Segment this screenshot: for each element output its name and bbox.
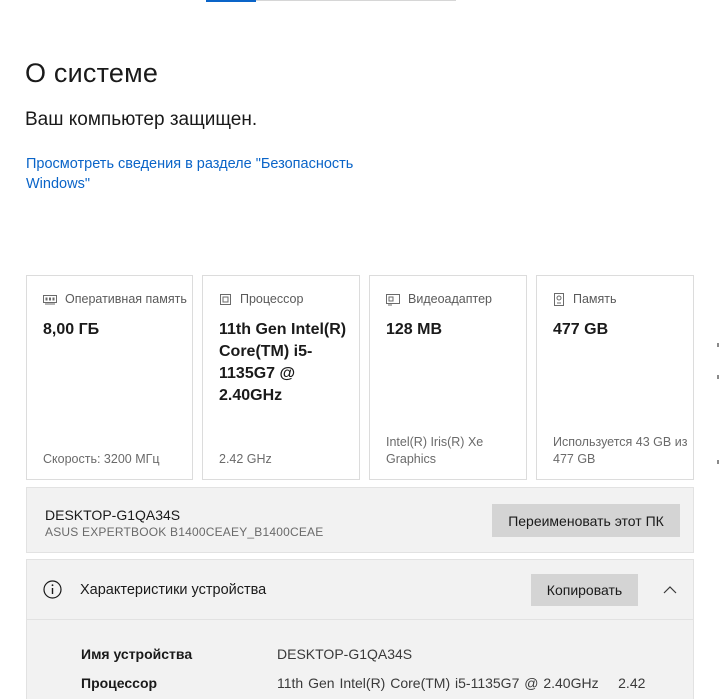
page-title: О системе [25, 58, 159, 88]
tab-divider [256, 0, 456, 1]
about-system-page: О системе Ваш компьютер защищен. Просмот… [0, 0, 720, 699]
protection-status: Ваш компьютер защищен. [25, 109, 258, 130]
card-memory: Оперативная память 8,00 ГБ Скорость: 320… [26, 275, 193, 480]
card-footer: Intel(R) Iris(R) Xe Graphics [386, 435, 484, 466]
device-specs-title: Характеристики устройства [80, 582, 267, 598]
card-video-adapter: Видеоадаптер 128 MB Intel(R) Iris(R) Xe … [369, 275, 527, 480]
device-name-panel: DESKTOP-G1QA34S ASUS EXPERTBOOK B1400CEA… [26, 487, 694, 553]
device-specs-header[interactable]: Характеристики устройства Копировать [27, 560, 693, 620]
card-footer: 2.42 GHz [219, 452, 272, 466]
card-value: 8,00 ГБ [43, 321, 100, 338]
card-header: Оперативная память [43, 292, 187, 306]
storage-icon [553, 292, 565, 306]
tab-indicator [206, 0, 256, 2]
spec-cards: Оперативная память 8,00 ГБ Скорость: 320… [26, 275, 694, 480]
windows-security-link[interactable]: Просмотреть сведения в разделе "Безопасн… [26, 154, 366, 194]
memory-icon [43, 294, 57, 305]
copy-button[interactable]: Копировать [531, 574, 638, 606]
processor-icon [219, 293, 232, 306]
spec-value: DESKTOP-G1QA34S [277, 646, 413, 662]
card-processor: Процессор 11th Gen Intel(R) Core(TM) i5-… [202, 275, 360, 480]
spec-value: 11th Gen Intel(R) Core(TM) i5-1135G7 @ 2… [277, 675, 646, 691]
scrollbar-edge-mark[interactable] [717, 460, 719, 464]
card-label: Видеоадаптер [408, 292, 492, 306]
card-value: 128 MB [386, 321, 443, 338]
chevron-up-icon [657, 577, 683, 603]
card-value: 11th Gen Intel(R) Core(TM) i5-1135G7 @ 2… [219, 321, 347, 404]
card-label: Память [573, 292, 617, 306]
scrollbar-edge-mark[interactable] [717, 375, 719, 379]
device-name: DESKTOP-G1QA34S [45, 507, 181, 523]
card-header: Процессор [219, 292, 303, 306]
device-specs-panel: Характеристики устройства Копировать Имя… [26, 559, 694, 699]
card-footer: Используется 43 GB из 477 GB [553, 435, 688, 466]
card-label: Процессор [240, 292, 304, 306]
spec-row: Имя устройства DESKTOP-G1QA34S [81, 646, 681, 666]
spec-row: Процессор 11th Gen Intel(R) Core(TM) i5-… [81, 675, 681, 695]
card-footer: Скорость: 3200 МГц [43, 452, 160, 466]
spec-label: Процессор [81, 675, 158, 691]
card-header: Память [553, 292, 617, 306]
scrollbar-edge-mark[interactable] [717, 343, 719, 347]
card-header: Видеоадаптер [386, 292, 492, 306]
card-storage: Память 477 GB Используется 43 GB из 477 … [536, 275, 694, 480]
rename-pc-button[interactable]: Переименовать этот ПК [492, 504, 680, 537]
card-value: 477 GB [553, 321, 609, 338]
video-adapter-icon [386, 293, 400, 306]
info-icon [43, 580, 62, 604]
spec-label: Имя устройства [81, 646, 193, 662]
card-label: Оперативная память [65, 292, 187, 306]
collapse-toggle[interactable] [657, 577, 683, 603]
device-model: ASUS EXPERTBOOK B1400CEAEY_B1400CEAE [45, 525, 324, 539]
